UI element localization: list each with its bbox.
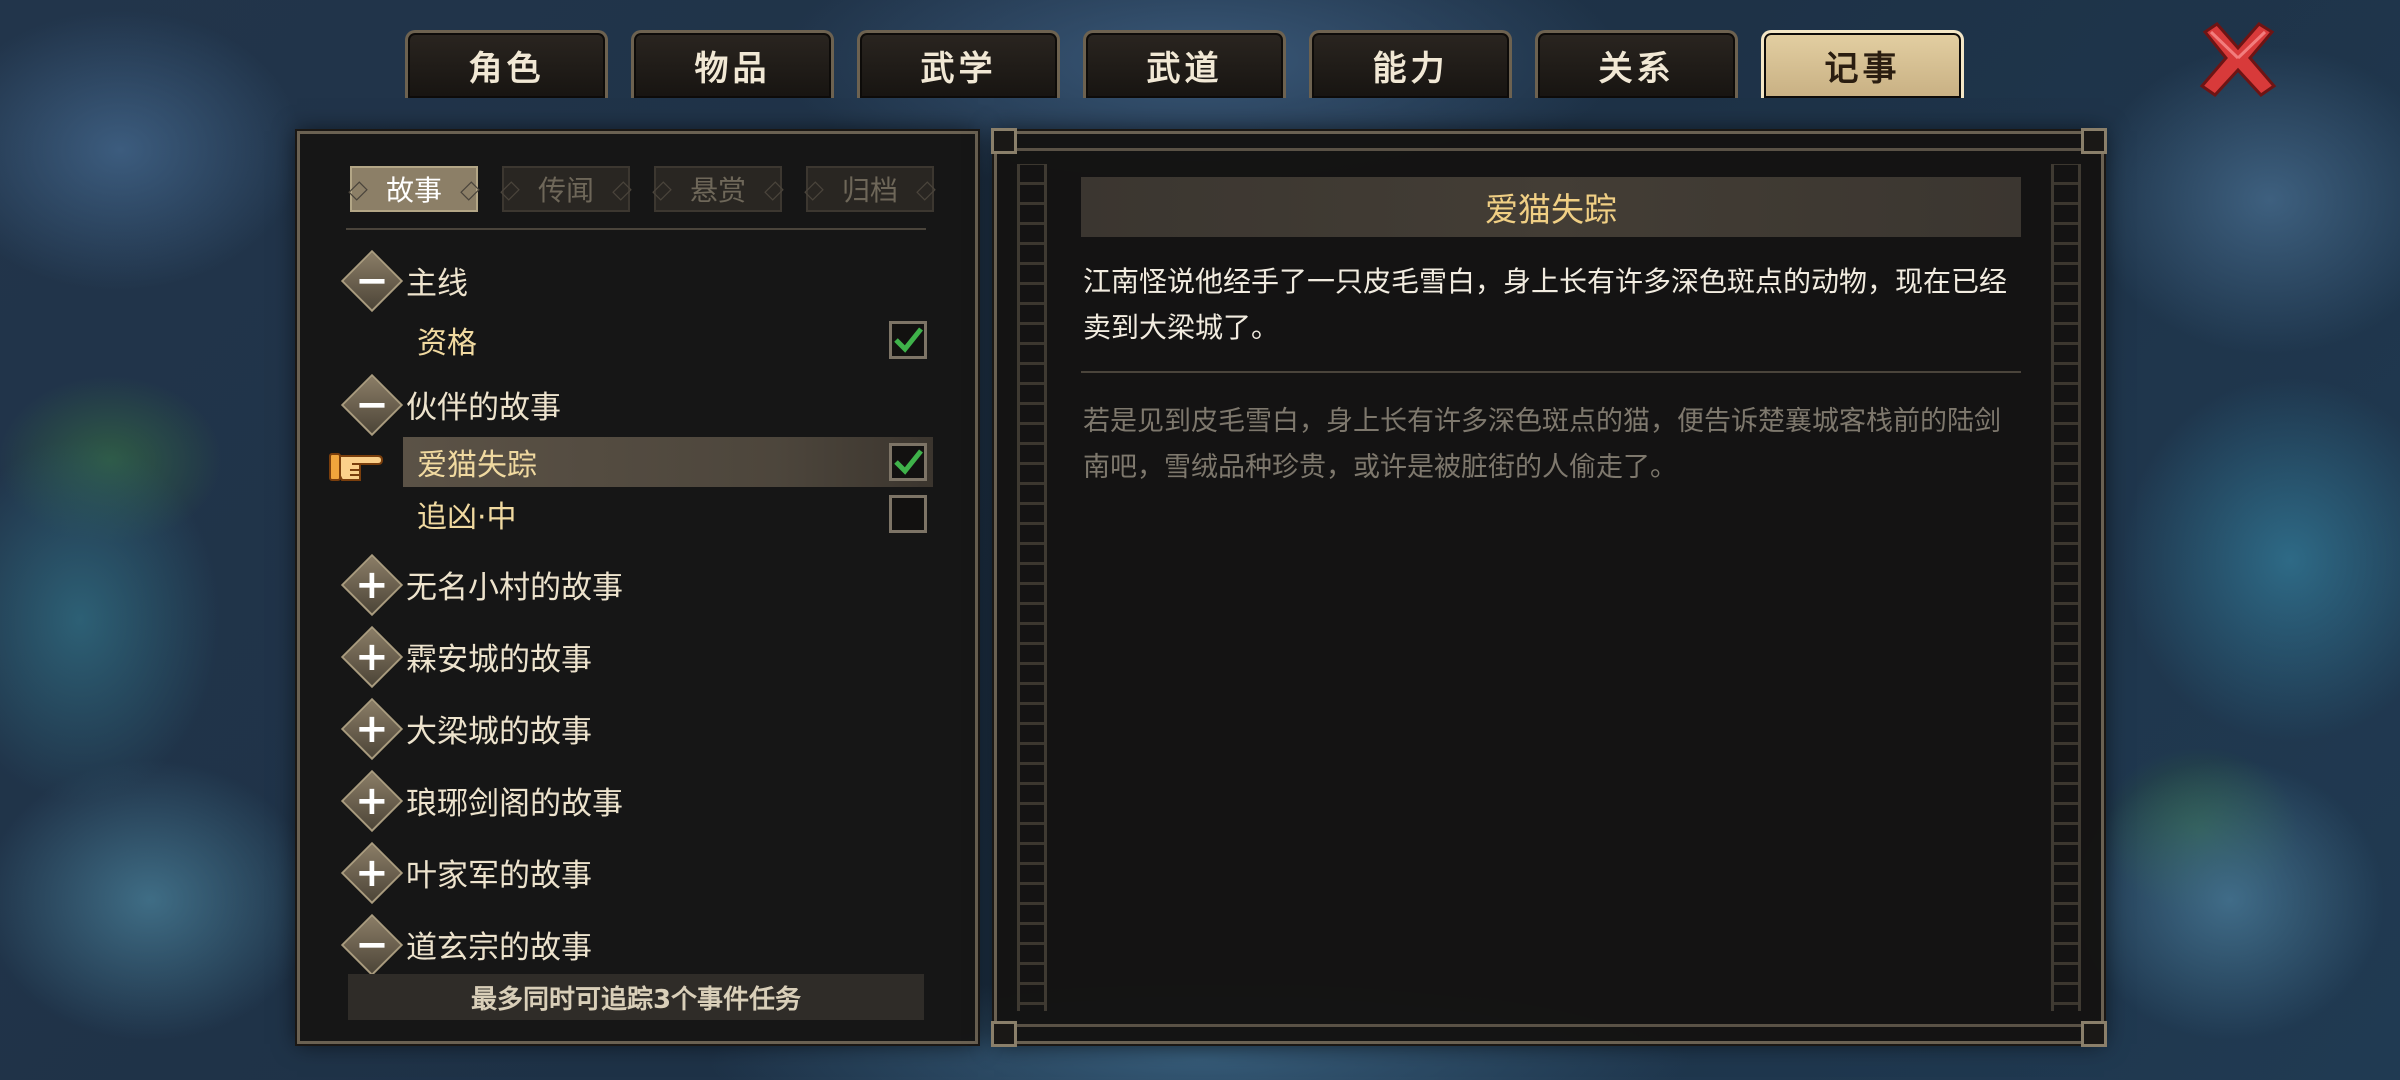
group-companion[interactable]: − 伙伴的故事 xyxy=(340,373,561,436)
frame-top xyxy=(1011,148,2087,151)
close-x-icon[interactable] xyxy=(2195,18,2281,100)
frame-corner xyxy=(2081,128,2107,154)
frame-corner xyxy=(991,1021,1017,1047)
group-label: 叶家军的故事 xyxy=(406,858,592,894)
quest-item-pursue[interactable]: 追凶·中 xyxy=(403,489,933,539)
group-label: 琅琊剑阁的故事 xyxy=(406,786,623,822)
quest-label: 追凶·中 xyxy=(417,500,517,535)
tracking-limit-note: 最多同时可追踪3个事件任务 xyxy=(348,974,924,1020)
collapse-icon[interactable]: − xyxy=(340,913,404,976)
track-checkbox[interactable] xyxy=(889,321,927,359)
subtab-story[interactable]: 故事 xyxy=(350,166,478,212)
frame-corner xyxy=(2081,1021,2107,1047)
main-tab-bar: 角色 物品 武学 武道 能力 关系 记事 xyxy=(405,30,1964,98)
checkmark-icon xyxy=(894,449,923,475)
group-daliang[interactable]: + 大梁城的故事 xyxy=(340,697,592,760)
group-daoxuan[interactable]: − 道玄宗的故事 xyxy=(340,913,592,976)
group-label: 霖安城的故事 xyxy=(406,642,592,678)
group-langya[interactable]: + 琅琊剑阁的故事 xyxy=(340,769,623,832)
ornament-border-right xyxy=(2051,164,2081,1011)
quest-item-qualification[interactable]: 资格 xyxy=(403,315,933,365)
tab-relations[interactable]: 关系 xyxy=(1535,30,1738,98)
tab-journal[interactable]: 记事 xyxy=(1761,30,1964,98)
quest-label: 爱猫失踪 xyxy=(417,448,537,483)
quest-label: 资格 xyxy=(417,326,477,361)
quest-item-lost-cat[interactable]: 爱猫失踪 xyxy=(403,437,933,487)
track-checkbox[interactable] xyxy=(889,443,927,481)
frame-bottom xyxy=(1011,1024,2087,1027)
pointing-hand-icon xyxy=(329,453,384,481)
track-checkbox[interactable] xyxy=(889,495,927,533)
subtab-archive[interactable]: 归档 xyxy=(806,166,934,212)
group-label: 大梁城的故事 xyxy=(406,714,592,750)
quest-description: 江南怪说他经手了一只皮毛雪白，身上长有许多深色斑点的动物，现在已经卖到大梁城了。 xyxy=(1083,265,2008,344)
ornament-border-left xyxy=(1017,164,1047,1011)
collapse-icon[interactable]: − xyxy=(340,249,404,312)
quest-title: 爱猫失踪 xyxy=(1081,177,2021,237)
group-label: 无名小村的故事 xyxy=(406,570,623,606)
expand-icon[interactable]: + xyxy=(340,553,404,616)
group-village[interactable]: + 无名小村的故事 xyxy=(340,553,623,616)
tab-martial-arts[interactable]: 武学 xyxy=(857,30,1060,98)
detail-divider xyxy=(1081,371,2021,373)
group-main[interactable]: − 主线 xyxy=(340,249,468,312)
group-label: 道玄宗的故事 xyxy=(406,930,592,966)
expand-icon[interactable]: + xyxy=(340,841,404,904)
tab-items[interactable]: 物品 xyxy=(631,30,834,98)
sub-tab-bar: 故事 传闻 悬赏 归档 xyxy=(350,166,934,212)
collapse-icon[interactable]: − xyxy=(340,373,404,436)
frame-corner xyxy=(991,128,1017,154)
group-label: 伙伴的故事 xyxy=(406,390,561,426)
expand-icon[interactable]: + xyxy=(340,769,404,832)
checkmark-icon xyxy=(894,327,923,353)
subtab-divider xyxy=(346,228,926,230)
tab-abilities[interactable]: 能力 xyxy=(1309,30,1512,98)
expand-icon[interactable]: + xyxy=(340,625,404,688)
group-label: 主线 xyxy=(406,266,468,302)
quest-hint: 若是见到皮毛雪白，身上长有许多深色斑点的猫，便告诉楚襄城客栈前的陆剑南吧，雪绒品… xyxy=(1083,406,2001,483)
tab-character[interactable]: 角色 xyxy=(405,30,608,98)
expand-icon[interactable]: + xyxy=(340,697,404,760)
group-linan[interactable]: + 霖安城的故事 xyxy=(340,625,592,688)
subtab-rumors[interactable]: 传闻 xyxy=(502,166,630,212)
quest-list-panel: 故事 传闻 悬赏 归档 − 主线 资格 − 伙伴的故事 爱猫失踪 追凶·中 + xyxy=(297,131,978,1044)
tab-martial-way[interactable]: 武道 xyxy=(1083,30,1286,98)
subtab-bounty[interactable]: 悬赏 xyxy=(654,166,782,212)
quest-detail-panel: 爱猫失踪 江南怪说他经手了一只皮毛雪白，身上长有许多深色斑点的动物，现在已经卖到… xyxy=(991,128,2107,1047)
group-yejia[interactable]: + 叶家军的故事 xyxy=(340,841,592,904)
